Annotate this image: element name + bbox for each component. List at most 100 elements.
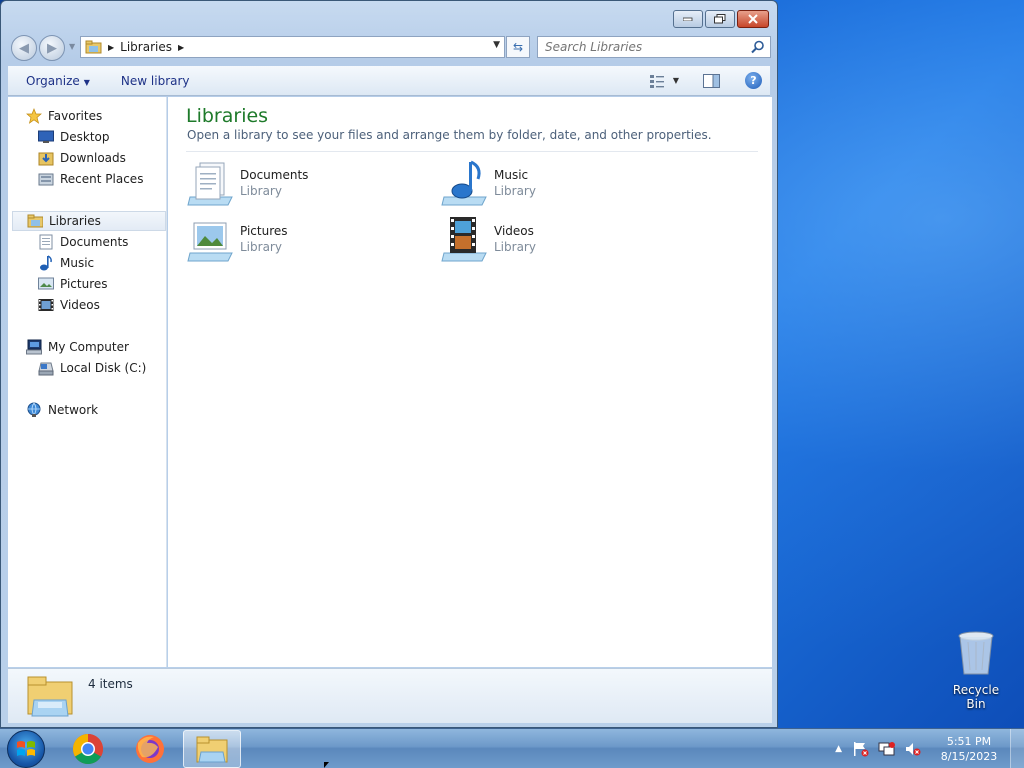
libraries-icon xyxy=(27,213,43,229)
nav-local-disk[interactable]: Local Disk (C:) xyxy=(38,358,146,378)
windows-logo-icon xyxy=(17,741,35,756)
nav-pictures[interactable]: Pictures xyxy=(38,274,108,294)
back-button[interactable]: ◀ xyxy=(11,35,37,61)
music-library-icon xyxy=(441,160,487,206)
library-item-pictures[interactable]: Pictures Library xyxy=(186,215,288,263)
nav-videos[interactable]: Videos xyxy=(38,295,100,315)
clock-time: 5:51 PM xyxy=(946,735,992,748)
forward-button[interactable]: ▶ xyxy=(39,35,65,61)
nav-network-label: Network xyxy=(48,403,99,417)
library-item-videos[interactable]: Videos Library xyxy=(440,215,536,263)
header-divider xyxy=(186,151,758,152)
library-name: Music xyxy=(494,168,529,182)
view-details-icon xyxy=(649,74,664,88)
recycle-bin-icon xyxy=(958,631,994,675)
library-item-music[interactable]: Music Library xyxy=(440,159,536,207)
view-controls: ▼ ? xyxy=(649,72,762,89)
nav-network[interactable]: Network xyxy=(26,400,98,420)
view-dropdown-icon: ▼ xyxy=(672,76,679,85)
nav-my-computer-label: My Computer xyxy=(48,340,129,354)
breadcrumb-separator-icon[interactable]: ▶ xyxy=(108,43,114,52)
start-button[interactable] xyxy=(7,730,45,768)
taskbar-explorer[interactable] xyxy=(183,730,241,768)
refresh-icon: ⇆ xyxy=(512,40,524,54)
search-icon[interactable] xyxy=(751,40,765,54)
restore-icon xyxy=(714,14,726,24)
refresh-button[interactable]: ⇆ xyxy=(506,36,530,58)
library-type: Library xyxy=(494,240,536,254)
document-icon xyxy=(38,234,54,250)
breadcrumb-chevron-icon[interactable]: ▶ xyxy=(178,43,184,52)
taskbar-firefox[interactable] xyxy=(121,730,179,768)
clock[interactable]: 5:51 PM 8/15/2023 xyxy=(934,734,1004,764)
nav-videos-label: Videos xyxy=(60,298,100,312)
volume-muted-icon[interactable] xyxy=(904,741,922,757)
forward-arrow-icon: ▶ xyxy=(47,40,57,56)
nav-music[interactable]: Music xyxy=(38,253,94,273)
show-desktop-button[interactable] xyxy=(1010,729,1024,768)
maximize-button[interactable] xyxy=(705,10,735,28)
nav-pictures-label: Pictures xyxy=(60,277,108,291)
address-dropdown-icon[interactable]: ▼ xyxy=(493,40,500,50)
videos-library-icon xyxy=(441,217,487,262)
library-type: Library xyxy=(494,184,536,198)
organize-label: Organize xyxy=(26,73,80,88)
new-library-button[interactable]: New library xyxy=(121,74,190,88)
nav-downloads-label: Downloads xyxy=(60,151,126,165)
close-button[interactable] xyxy=(737,10,769,28)
action-center-flag-icon[interactable] xyxy=(852,741,870,757)
page-title: Libraries xyxy=(186,105,269,127)
caption-buttons xyxy=(673,10,769,28)
library-name: Documents xyxy=(240,168,309,182)
nav-local-disk-label: Local Disk (C:) xyxy=(60,361,147,375)
network-status-icon[interactable] xyxy=(878,741,896,757)
nav-downloads[interactable]: Downloads xyxy=(38,148,126,168)
recycle-bin-label: Recycle Bin xyxy=(952,683,1000,711)
address-bar[interactable]: ▶ Libraries ▶ ▼ xyxy=(80,36,505,58)
navigation-pane: Favorites Desktop Downloads Recent Place… xyxy=(8,97,167,667)
details-pane: 4 items xyxy=(8,668,772,723)
nav-recent-places-label: Recent Places xyxy=(60,172,144,186)
change-view-button[interactable]: ▼ xyxy=(649,74,679,88)
breadcrumb-libraries[interactable]: Libraries xyxy=(120,40,172,54)
clock-date: 8/15/2023 xyxy=(940,750,998,763)
recycle-bin[interactable]: Recycle Bin xyxy=(942,630,1010,711)
libraries-folder-icon xyxy=(85,40,102,54)
taskbar-chrome[interactable] xyxy=(59,730,117,768)
library-item-documents[interactable]: Documents Library xyxy=(186,159,308,207)
nav-libraries[interactable]: Libraries xyxy=(12,211,166,231)
nav-favorites-label: Favorites xyxy=(48,109,103,123)
content-pane: Libraries Open a library to see your fil… xyxy=(168,97,772,667)
music-note-icon xyxy=(38,255,54,271)
downloads-folder-icon xyxy=(38,150,54,166)
search-input[interactable] xyxy=(545,40,745,54)
film-strip-icon xyxy=(38,297,54,313)
recent-pages-dropdown[interactable]: ▼ xyxy=(69,42,75,51)
item-count: 4 items xyxy=(88,677,133,691)
close-icon xyxy=(748,14,758,24)
minimize-icon xyxy=(683,17,693,21)
chevron-down-icon: ▼ xyxy=(83,77,90,87)
help-icon[interactable]: ? xyxy=(745,72,762,89)
documents-library-icon xyxy=(187,162,233,206)
library-type: Library xyxy=(240,240,282,254)
search-box[interactable] xyxy=(537,36,771,58)
show-hidden-icons-icon[interactable]: ▲ xyxy=(835,744,842,754)
preview-pane-icon[interactable] xyxy=(703,73,721,88)
hard-drive-icon xyxy=(38,360,54,376)
nav-my-computer[interactable]: My Computer xyxy=(26,337,129,357)
system-tray: ▲ 5:51 PM 8/15/2023 xyxy=(835,729,1024,768)
library-name: Pictures xyxy=(240,224,288,238)
pictures-library-icon xyxy=(187,222,233,262)
picture-icon xyxy=(38,276,54,292)
nav-recent-places[interactable]: Recent Places xyxy=(38,169,143,189)
explorer-window: ◀ ▶ ▼ ▶ Libraries ▶ ▼ ⇆ Search Libraries… xyxy=(0,0,778,728)
command-bar: Organize ▼ New library ▼ ? xyxy=(8,66,770,96)
nav-desktop[interactable]: Desktop xyxy=(38,127,110,147)
nav-favorites[interactable]: Favorites xyxy=(26,106,102,126)
minimize-button[interactable] xyxy=(673,10,703,28)
nav-documents[interactable]: Documents xyxy=(38,232,128,252)
computer-icon xyxy=(26,339,42,355)
navigation-bar: ◀ ▶ ▼ ▶ Libraries ▶ ▼ ⇆ xyxy=(9,34,771,61)
organize-button[interactable]: Organize ▼ xyxy=(26,74,90,88)
